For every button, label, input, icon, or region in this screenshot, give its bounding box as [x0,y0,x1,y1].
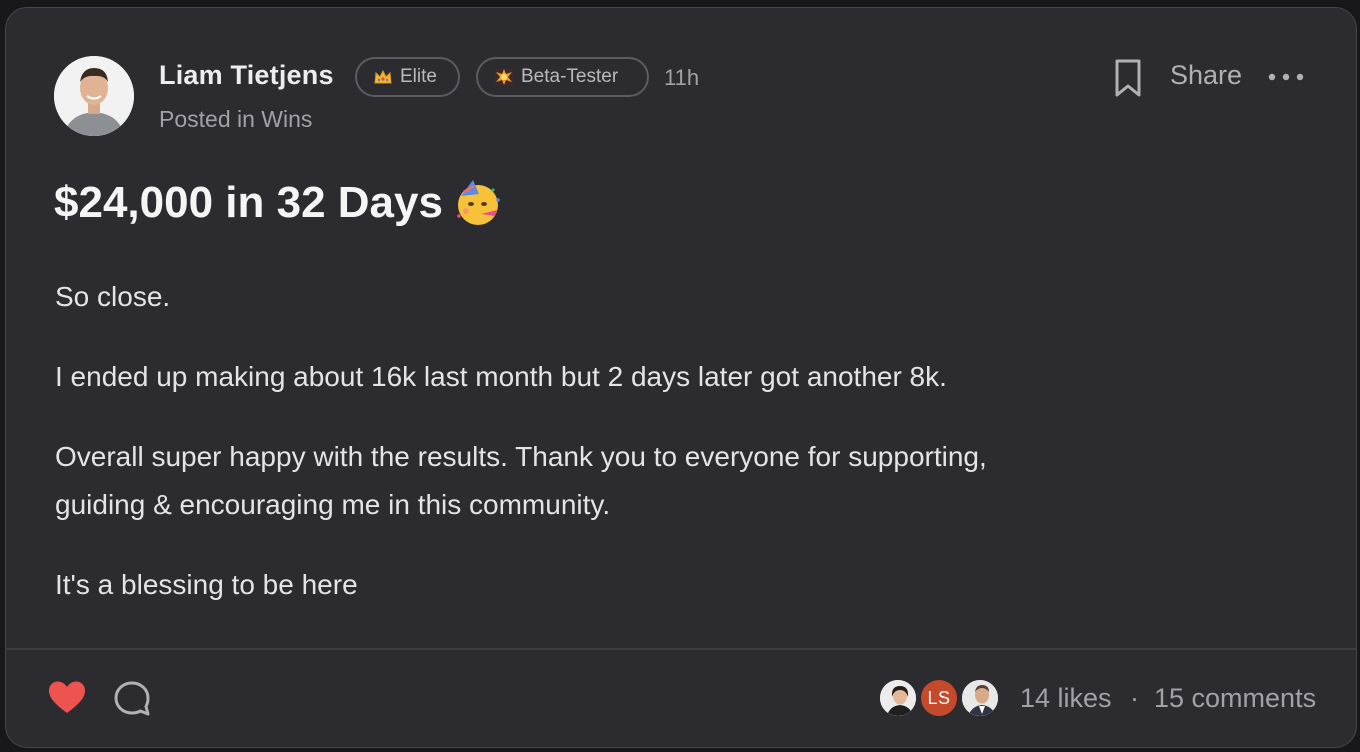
post-title-text: $24,000 in 32 Days [54,178,443,227]
avatar-photo [880,680,916,716]
badge-label: Beta-Tester [521,66,619,87]
separator-dot: · [1130,683,1139,713]
author-avatar[interactable] [54,56,134,136]
badge-beta-tester: Beta-Tester [476,57,649,97]
liker-avatar[interactable]: LS [919,678,959,718]
avatar-photo [962,680,998,716]
posted-in-prefix: Posted in [159,106,262,132]
author-name[interactable]: Liam Tietjens [159,60,334,91]
post-card: Liam Tietjens Elite Beta-Tester 11h Post… [5,7,1357,748]
post-title: $24,000 in 32 Days [54,178,503,228]
more-icon[interactable] [1266,62,1306,92]
liker-avatar[interactable] [960,678,1000,718]
avatar-photo [54,56,134,136]
comment-icon[interactable] [113,680,151,718]
heart-icon[interactable] [48,680,86,716]
post-paragraph: It's a blessing to be here [55,569,358,600]
explosion-icon [494,67,514,87]
post-paragraph-line: Overall super happy with the results. Th… [55,441,987,472]
post-paragraph: Overall super happy with the results. Th… [55,433,987,529]
footer-divider [6,648,1356,650]
post-paragraph-line: guiding & encouraging me in this communi… [55,489,611,520]
post-paragraph: I ended up making about 16k last month b… [55,361,947,392]
posted-in: Posted in Wins [159,106,312,133]
comments-count[interactable]: 15 comments [1154,683,1316,714]
badge-elite: Elite [355,57,460,97]
partying-face-emoji [457,180,500,225]
post-paragraph: So close. [55,281,171,312]
liker-initials: LS [927,687,951,708]
post-time: 11h [664,65,700,90]
share-button[interactable]: Share [1170,60,1242,91]
likes-count[interactable]: 14 likes [1020,683,1112,714]
badge-label: Elite [400,66,437,87]
crown-icon [373,67,393,87]
category-link[interactable]: Wins [261,106,312,132]
bookmark-icon[interactable] [1112,58,1144,98]
liker-avatar[interactable] [878,678,918,718]
